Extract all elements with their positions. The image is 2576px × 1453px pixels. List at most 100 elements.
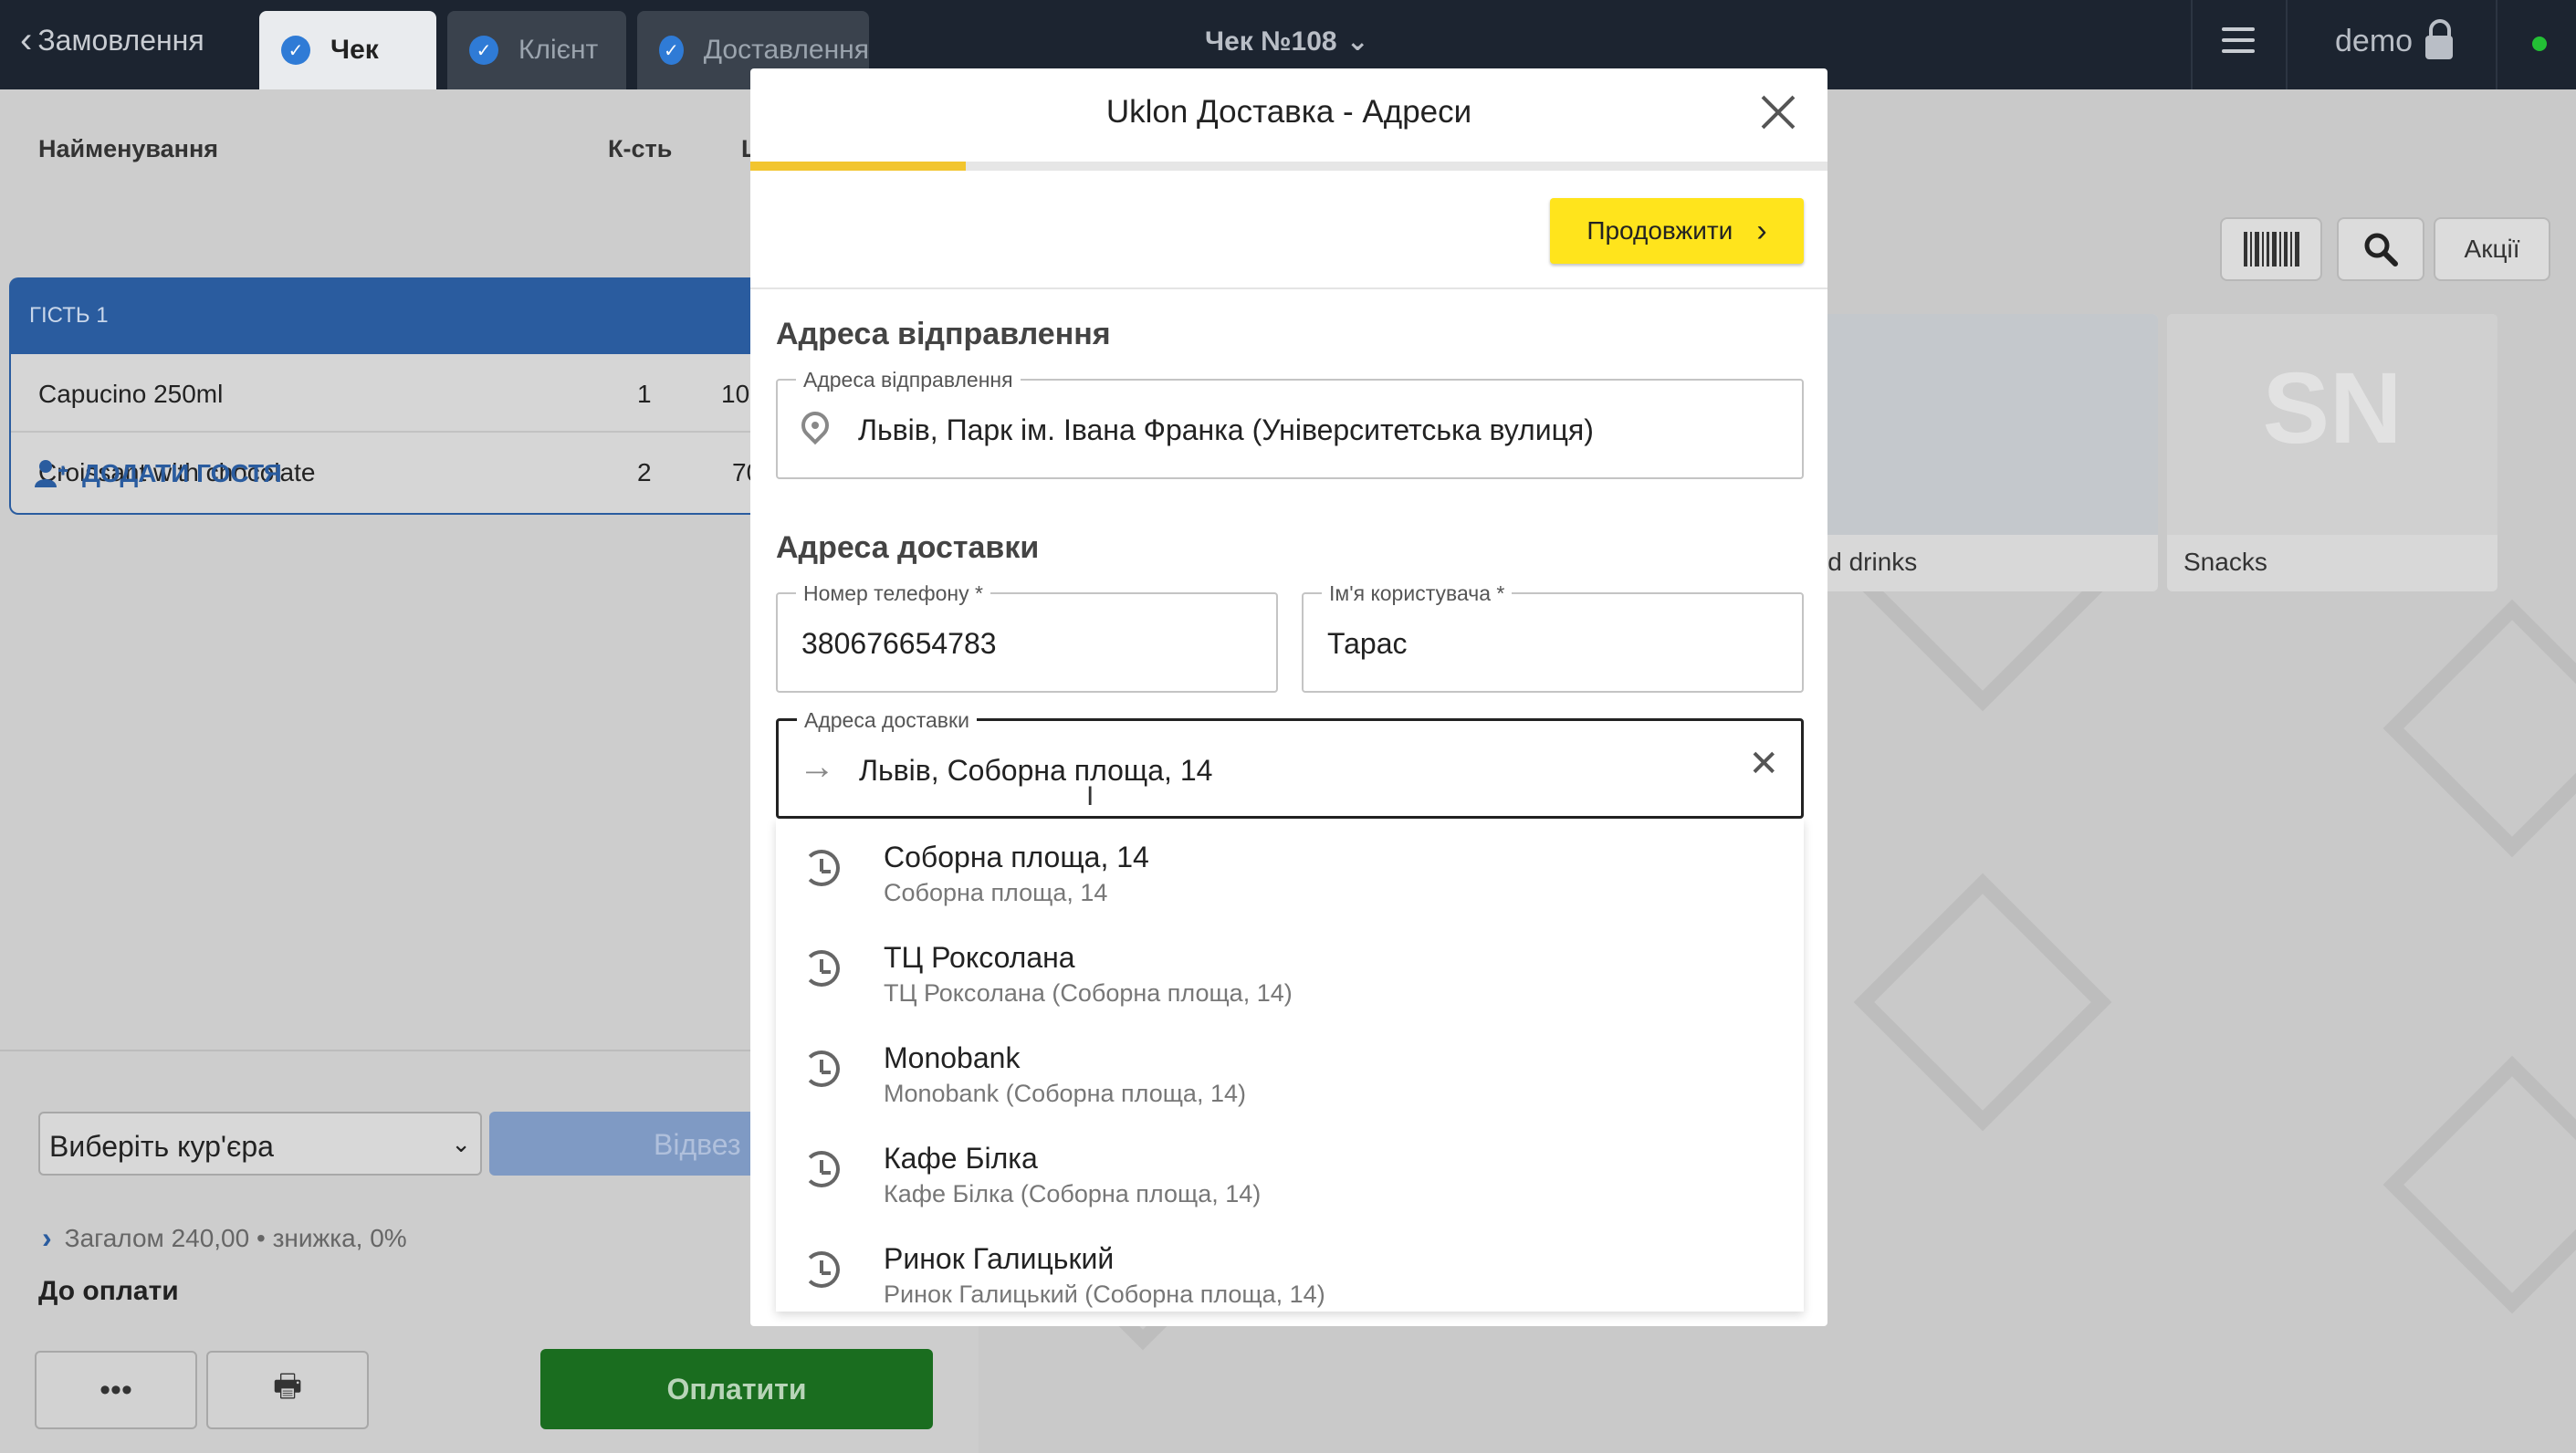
suggestion-subtitle: Ринок Галицький (Соборна площа, 14) <box>884 1281 1325 1308</box>
history-icon <box>803 850 840 886</box>
list-item[interactable]: Соборна площа, 14 Соборна площа, 14 <box>776 819 1804 919</box>
barcode-icon <box>2243 232 2299 267</box>
suggestion-title: Кафе Білка <box>884 1142 1038 1175</box>
continue-button[interactable]: Продовжити › <box>1550 198 1804 264</box>
total-summary[interactable]: › Загалом 240,00 • знижка, 0% <box>42 1221 407 1255</box>
continue-label: Продовжити <box>1586 216 1733 245</box>
item-qty: 1 <box>637 380 652 408</box>
tab-label: Клієнт <box>518 35 599 65</box>
more-button[interactable]: ••• <box>35 1351 197 1429</box>
pickup-address-field[interactable]: Адреса відправлення Львів, Парк ім. Іван… <box>776 368 1804 479</box>
total-line: Загалом 240,00 • знижка, 0% <box>64 1223 407 1252</box>
location-pin-icon <box>795 405 835 445</box>
item-price: 10 <box>721 380 750 408</box>
tab-check[interactable]: ✓ Чек <box>259 11 436 89</box>
lock-icon <box>2425 18 2454 59</box>
chevron-right-icon: › <box>1756 213 1767 248</box>
check-circle-icon: ✓ <box>469 36 498 65</box>
field-label: Ім'я користувача * <box>1322 581 1513 606</box>
category-label: ld drinks <box>1822 548 1918 576</box>
username-field[interactable]: Ім'я користувача * Тарас <box>1302 581 1804 693</box>
divider <box>2496 0 2497 89</box>
address-suggestions: Соборна площа, 14 Соборна площа, 14 ТЦ Р… <box>776 819 1804 1312</box>
history-icon <box>803 1151 840 1187</box>
suggestion-subtitle: Кафе Білка (Соборна площа, 14) <box>884 1180 1262 1207</box>
menu-icon[interactable] <box>2222 27 2255 60</box>
promo-button[interactable]: Акції <box>2434 217 2550 281</box>
list-item[interactable]: Ринок Галицький Ринок Галицький (Соборна… <box>776 1220 1804 1312</box>
background-pattern <box>2382 1055 2576 1314</box>
add-guest-button[interactable]: ДОДАТИ ГОСТЯ <box>33 458 282 489</box>
barcode-button[interactable] <box>2220 217 2322 281</box>
delivery-address-modal: Uklon Доставка - Адреси Продовжити › Адр… <box>750 68 1827 1326</box>
online-status-icon <box>2532 37 2547 51</box>
background-pattern <box>1853 873 2112 1132</box>
guest-label: ГІСТЬ 1 <box>29 303 109 328</box>
category-tile-cold-drinks[interactable]: ld drinks <box>1806 314 2158 591</box>
column-header-name: Найменування <box>38 135 219 162</box>
clear-icon[interactable]: ✕ <box>1748 743 1779 785</box>
courier-select-value: Виберіть кур'єра <box>49 1130 274 1163</box>
send-label: Відвез <box>654 1128 741 1161</box>
item-qty: 2 <box>637 458 652 486</box>
pay-button[interactable]: Оплатити <box>540 1349 933 1429</box>
user-menu[interactable]: demo <box>2335 18 2454 59</box>
check-title-dropdown[interactable]: Чек №108 ⌄ <box>1205 26 1369 57</box>
courier-select[interactable]: Виберіть кур'єра ⌄ <box>38 1112 482 1176</box>
divider <box>2191 0 2193 89</box>
add-guest-label: ДОДАТИ ГОСТЯ <box>82 459 282 487</box>
category-tile-snacks[interactable]: SN Snacks <box>2167 314 2497 591</box>
background-pattern <box>2382 599 2576 858</box>
suggestion-subtitle: Соборна площа, 14 <box>884 879 1108 906</box>
close-icon[interactable] <box>1760 94 1796 131</box>
delivery-address-value: Львів, Соборна площа, 14 <box>859 754 1213 787</box>
tab-label: Доставлення <box>703 35 869 65</box>
search-button[interactable] <box>2337 217 2424 281</box>
column-header-qty: К-сть <box>608 135 673 162</box>
field-label: Адреса доставки <box>797 708 977 733</box>
list-item[interactable]: Кафе Білка Кафе Білка (Соборна площа, 14… <box>776 1120 1804 1220</box>
category-label: Snacks <box>2183 548 2267 576</box>
back-button[interactable]: ‹ Замовлення <box>20 22 204 58</box>
more-icon: ••• <box>99 1372 132 1407</box>
list-item[interactable]: Monobank Monobank (Соборна площа, 14) <box>776 1019 1804 1120</box>
field-label: Адреса відправлення <box>796 368 1021 392</box>
tab-label: Чек <box>330 35 379 65</box>
category-initials: SN <box>2262 352 2403 465</box>
add-user-icon <box>35 460 68 487</box>
chevron-left-icon: ‹ <box>20 20 33 60</box>
print-button[interactable]: 🖶 <box>206 1351 369 1429</box>
history-icon <box>803 950 840 987</box>
promo-label: Акції <box>2464 235 2520 263</box>
chevron-right-icon: › <box>42 1221 52 1254</box>
history-icon <box>803 1251 840 1288</box>
field-label: Номер телефону * <box>796 581 990 606</box>
suggestion-title: Monobank <box>884 1041 1021 1074</box>
tab-client[interactable]: ✓ Клієнт <box>447 11 626 89</box>
arrow-right-icon: → <box>799 747 835 787</box>
pickup-address-value: Львів, Парк ім. Івана Франка (Університе… <box>858 413 1594 446</box>
item-name: Capucino 250ml <box>38 380 224 408</box>
delivery-address-field[interactable]: Адреса доставки → Львів, Соборна площа, … <box>776 708 1804 819</box>
search-icon <box>2364 233 2398 267</box>
check-circle-icon: ✓ <box>659 36 684 65</box>
user-name: demo <box>2335 24 2414 58</box>
pickup-section-title: Адреса відправлення <box>776 317 1111 351</box>
suggestion-title: ТЦ Роксолана <box>884 941 1075 974</box>
pay-label: Оплатити <box>666 1372 807 1406</box>
progress-fill <box>750 162 966 171</box>
phone-field[interactable]: Номер телефону * 380676654783 <box>776 581 1278 693</box>
chevron-down-icon: ⌄ <box>1346 26 1369 57</box>
history-icon <box>803 1051 840 1087</box>
suggestion-title: Ринок Галицький <box>884 1242 1115 1275</box>
list-item[interactable]: ТЦ Роксолана ТЦ Роксолана (Соборна площа… <box>776 919 1804 1019</box>
category-image <box>1806 314 2158 535</box>
delivery-section-title: Адреса доставки <box>776 530 1040 565</box>
chevron-down-icon: ⌄ <box>451 1130 471 1157</box>
printer-icon: 🖶 <box>272 1368 303 1404</box>
back-label: Замовлення <box>37 23 204 57</box>
progress-bar <box>750 162 1827 171</box>
suggestion-title: Соборна площа, 14 <box>884 841 1149 873</box>
divider <box>750 287 1827 289</box>
check-title: Чек №108 <box>1205 26 1337 57</box>
